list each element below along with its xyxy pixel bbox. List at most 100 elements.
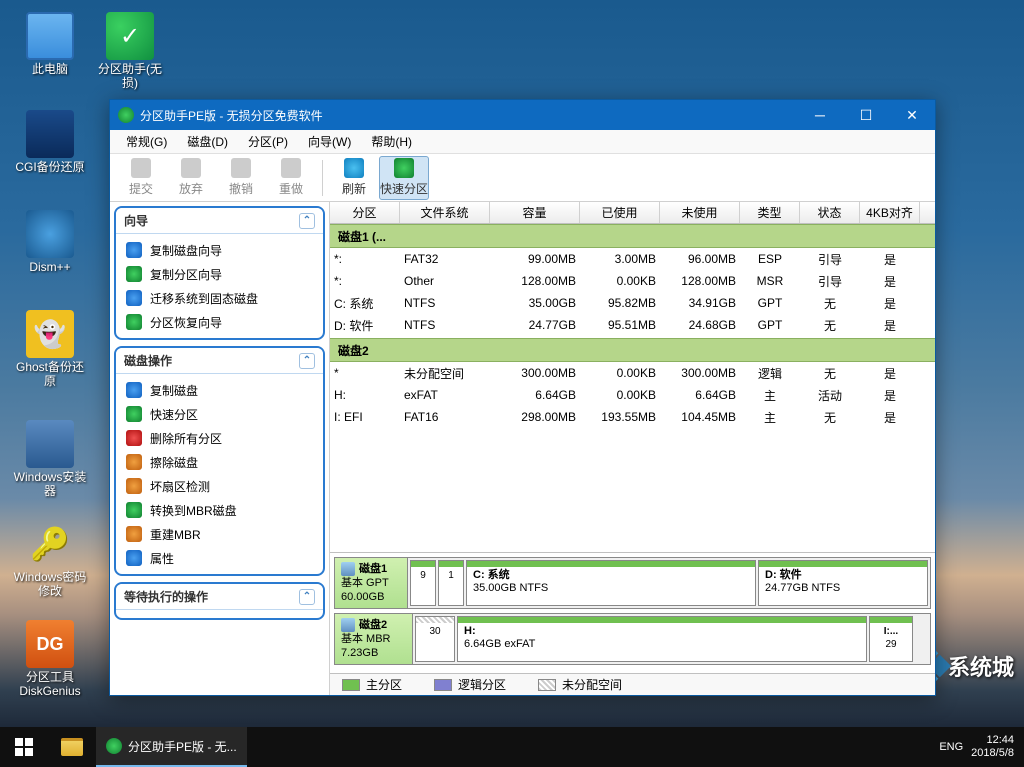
sidebar-item[interactable]: 复制磁盘向导 xyxy=(116,238,323,262)
item-icon xyxy=(126,430,142,446)
partition-row[interactable]: *未分配空间300.00MB0.00KB300.00MB逻辑无是 xyxy=(330,362,935,384)
column-header[interactable]: 类型 xyxy=(740,202,800,223)
icon-label: 分区工具DiskGenius xyxy=(12,670,88,698)
desktop-icon-pc[interactable]: 此电脑 xyxy=(12,12,88,76)
disk-layout-row[interactable]: 磁盘2基本 MBR7.23GB30H:6.64GB exFATI:...29 xyxy=(334,613,931,665)
cgi-icon xyxy=(26,110,74,158)
collapse-icon[interactable]: ⌃ xyxy=(299,213,315,229)
item-icon xyxy=(126,314,142,330)
sidebar-item[interactable]: 快速分区 xyxy=(116,402,323,426)
menu-item[interactable]: 帮助(H) xyxy=(361,130,422,153)
partition-row[interactable]: D: 软件NTFS24.77GB95.51MB24.68GBGPT无是 xyxy=(330,314,935,336)
desktop-icon-pa[interactable]: 分区助手(无损) xyxy=(92,12,168,90)
layout-partition[interactable]: D: 软件24.77GB NTFS xyxy=(758,560,928,606)
sidebar-item[interactable]: 擦除磁盘 xyxy=(116,450,323,474)
desktop-icon-dism[interactable]: Dism++ xyxy=(12,210,88,274)
icon-label: Windows密码修改 xyxy=(12,570,88,598)
item-icon xyxy=(126,550,142,566)
column-header[interactable]: 4KB对齐 xyxy=(860,202,920,223)
panel-title: 向导 xyxy=(124,212,148,229)
item-label: 复制分区向导 xyxy=(150,266,222,283)
toolbar: 提交放弃撤销重做刷新快速分区 xyxy=(110,154,935,202)
clock[interactable]: 12:442018/5/8 xyxy=(971,734,1014,760)
layout-partition[interactable]: 9 xyxy=(410,560,436,606)
partition-row[interactable]: H:exFAT6.64GB0.00KB6.64GB主活动是 xyxy=(330,384,935,406)
column-header[interactable]: 状态 xyxy=(800,202,860,223)
layout-partition[interactable]: 30 xyxy=(415,616,455,662)
disk-group-header[interactable]: 磁盘1 (... xyxy=(330,224,935,248)
close-button[interactable]: ✕ xyxy=(889,100,935,130)
partition-row[interactable]: *:Other128.00MB0.00KB128.00MBMSR引导是 xyxy=(330,270,935,292)
titlebar[interactable]: 分区助手PE版 - 无损分区免费软件 ─ ☐ ✕ xyxy=(110,100,935,130)
item-icon xyxy=(126,266,142,282)
sidebar-item[interactable]: 复制分区向导 xyxy=(116,262,323,286)
disk-layout: 磁盘1基本 GPT60.00GB91C: 系统35.00GB NTFSD: 软件… xyxy=(330,552,935,673)
collapse-icon[interactable]: ⌃ xyxy=(299,589,315,605)
ime-indicator[interactable]: ENG xyxy=(939,741,963,753)
taskbar-app[interactable]: 分区助手PE版 - 无... xyxy=(96,727,247,767)
menu-item[interactable]: 向导(W) xyxy=(298,130,361,153)
panel-header[interactable]: 磁盘操作⌃ xyxy=(116,348,323,374)
item-label: 复制磁盘向导 xyxy=(150,242,222,259)
desktop-icon-cgi[interactable]: CGI备份还原 xyxy=(12,110,88,174)
layout-partition[interactable]: C: 系统35.00GB NTFS xyxy=(466,560,756,606)
ghost-icon xyxy=(26,310,74,358)
partition-row[interactable]: C: 系统NTFS35.00GB95.82MB34.91GBGPT无是 xyxy=(330,292,935,314)
menu-item[interactable]: 磁盘(D) xyxy=(177,130,238,153)
desktop-icon-winst[interactable]: Windows安装器 xyxy=(12,420,88,498)
collapse-icon[interactable]: ⌃ xyxy=(299,353,315,369)
disk-icon xyxy=(341,618,355,632)
partition-row[interactable]: I: EFIFAT16298.00MB193.55MB104.45MB主无是 xyxy=(330,406,935,428)
minimize-button[interactable]: ─ xyxy=(797,100,843,130)
item-label: 复制磁盘 xyxy=(150,382,198,399)
file-explorer-button[interactable] xyxy=(48,727,96,767)
panel-header[interactable]: 等待执行的操作 ⌃ xyxy=(116,584,323,610)
button-label: 提交 xyxy=(129,180,153,197)
panel-header[interactable]: 向导 ⌃ xyxy=(116,208,323,234)
grid-body[interactable]: 磁盘1 (...*:FAT3299.00MB3.00MB96.00MBESP引导… xyxy=(330,224,935,552)
menu-item[interactable]: 分区(P) xyxy=(238,130,298,153)
sidebar-item[interactable]: 坏扇区检测 xyxy=(116,474,323,498)
button-label: 刷新 xyxy=(342,180,366,197)
panel-title: 等待执行的操作 xyxy=(124,588,208,605)
start-button[interactable] xyxy=(0,727,48,767)
refresh-button[interactable]: 刷新 xyxy=(329,156,379,200)
column-header[interactable]: 未使用 xyxy=(660,202,740,223)
column-header[interactable]: 文件系统 xyxy=(400,202,490,223)
maximize-button[interactable]: ☐ xyxy=(843,100,889,130)
disk-layout-row[interactable]: 磁盘1基本 GPT60.00GB91C: 系统35.00GB NTFSD: 软件… xyxy=(334,557,931,609)
sidebar-item[interactable]: 重建MBR xyxy=(116,522,323,546)
item-icon xyxy=(126,290,142,306)
sidebar-item[interactable]: 迁移系统到固态磁盘 xyxy=(116,286,323,310)
desktop-icon-ghost[interactable]: Ghost备份还原 xyxy=(12,310,88,388)
item-icon xyxy=(126,478,142,494)
sidebar-item[interactable]: 转换到MBR磁盘 xyxy=(116,498,323,522)
item-label: 快速分区 xyxy=(150,406,198,423)
system-tray[interactable]: ENG 12:442018/5/8 xyxy=(929,734,1024,760)
column-header[interactable]: 容量 xyxy=(490,202,580,223)
item-label: 转换到MBR磁盘 xyxy=(150,502,237,519)
layout-partition[interactable]: 1 xyxy=(438,560,464,606)
item-icon xyxy=(126,242,142,258)
item-icon xyxy=(126,526,142,542)
commit-icon xyxy=(131,158,151,178)
disk-group-header[interactable]: 磁盘2 xyxy=(330,338,935,362)
quick-button[interactable]: 快速分区 xyxy=(379,156,429,200)
sidebar-item[interactable]: 删除所有分区 xyxy=(116,426,323,450)
sidebar-item[interactable]: 属性 xyxy=(116,546,323,570)
layout-partition[interactable]: I:...29 xyxy=(869,616,913,662)
panel-pending: 等待执行的操作 ⌃ xyxy=(114,582,325,620)
item-label: 重建MBR xyxy=(150,526,201,543)
column-header[interactable]: 已使用 xyxy=(580,202,660,223)
layout-partition[interactable]: H:6.64GB exFAT xyxy=(457,616,867,662)
sidebar-item[interactable]: 复制磁盘 xyxy=(116,378,323,402)
desktop-icon-key[interactable]: Windows密码修改 xyxy=(12,520,88,598)
column-header[interactable]: 分区 xyxy=(330,202,400,223)
desktop-icon-dg[interactable]: 分区工具DiskGenius xyxy=(12,620,88,698)
sidebar-item[interactable]: 分区恢复向导 xyxy=(116,310,323,334)
partition-row[interactable]: *:FAT3299.00MB3.00MB96.00MBESP引导是 xyxy=(330,248,935,270)
menu-item[interactable]: 常规(G) xyxy=(116,130,177,153)
item-icon xyxy=(126,406,142,422)
item-label: 迁移系统到固态磁盘 xyxy=(150,290,258,307)
discard-icon xyxy=(181,158,201,178)
